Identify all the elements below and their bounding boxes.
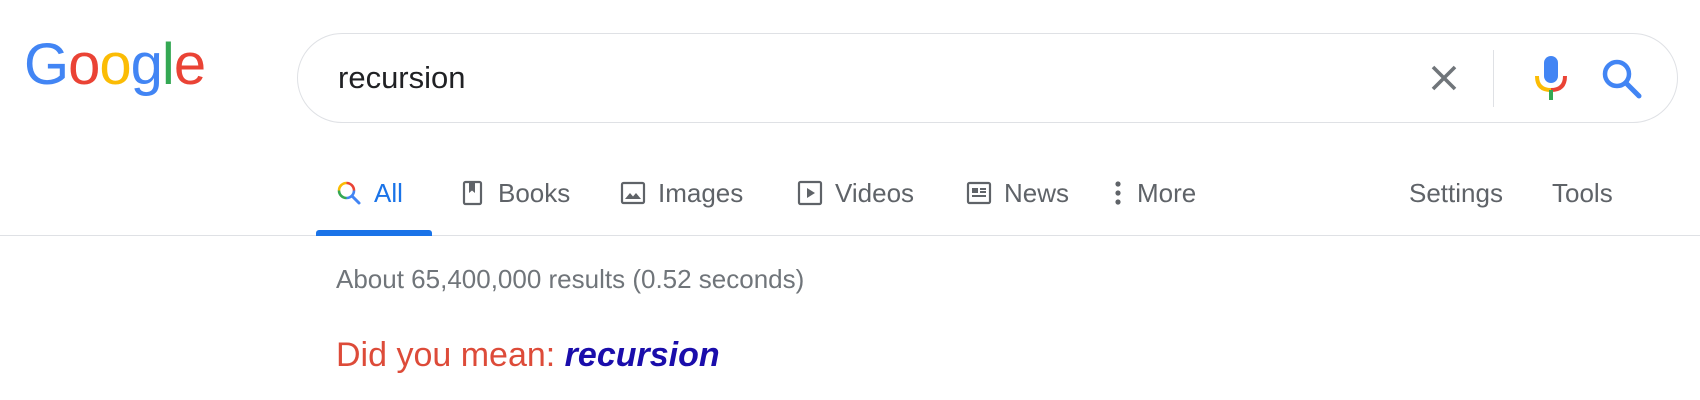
- tab-all[interactable]: All: [336, 150, 403, 236]
- logo-letter: e: [173, 32, 206, 97]
- search-box: [297, 33, 1678, 123]
- tab-images[interactable]: Images: [620, 150, 743, 236]
- tab-label: News: [1004, 177, 1070, 208]
- result-stats: About 65,400,000 results (0.52 seconds): [336, 264, 805, 294]
- search-button[interactable]: [1597, 54, 1647, 104]
- close-icon: [1431, 65, 1457, 91]
- more-vert-icon: [1113, 180, 1123, 206]
- search-box-divider: [1493, 50, 1494, 107]
- tab-label: Books: [498, 177, 571, 208]
- spelling-suggestion-link[interactable]: recursion: [565, 336, 720, 374]
- tab-books[interactable]: Books: [460, 150, 570, 236]
- search-tabs: All Books Images Videos News More Settin…: [0, 150, 1700, 236]
- logo-letter: g: [130, 32, 163, 97]
- logo-letter: o: [68, 32, 100, 97]
- search-icon: [1602, 59, 1642, 99]
- tools-link[interactable]: Tools: [1552, 150, 1613, 236]
- clear-button[interactable]: [1420, 54, 1468, 102]
- settings-link[interactable]: Settings: [1409, 150, 1503, 236]
- voice-search-button[interactable]: [1526, 52, 1576, 106]
- active-tab-indicator: [316, 230, 432, 236]
- did-you-mean: Did you mean: recursion: [336, 336, 720, 375]
- tab-videos[interactable]: Videos: [797, 150, 914, 236]
- logo-letter: G: [24, 32, 69, 97]
- search-icon: [336, 180, 362, 206]
- tab-label: All: [374, 177, 403, 208]
- search-input[interactable]: [338, 34, 1378, 122]
- logo-letter: o: [99, 32, 131, 97]
- search-results-page: Google recursion All Books Images Videos…: [0, 0, 1700, 400]
- tools-label: Tools: [1552, 177, 1613, 208]
- bookmark-icon: [460, 180, 486, 206]
- tab-label: Videos: [835, 177, 915, 208]
- play-icon: [797, 180, 823, 206]
- news-icon: [966, 180, 992, 206]
- image-icon: [620, 180, 646, 206]
- google-logo[interactable]: Google: [24, 32, 206, 97]
- tab-news[interactable]: News: [966, 150, 1069, 236]
- did-you-mean-prefix: Did you mean:: [336, 336, 565, 374]
- tab-label: More: [1137, 177, 1197, 208]
- tab-more[interactable]: More: [1113, 150, 1196, 236]
- settings-label: Settings: [1409, 177, 1503, 208]
- microphone-icon: [1535, 56, 1567, 100]
- logo-letter: l: [161, 32, 175, 97]
- tab-label: Images: [658, 177, 744, 208]
